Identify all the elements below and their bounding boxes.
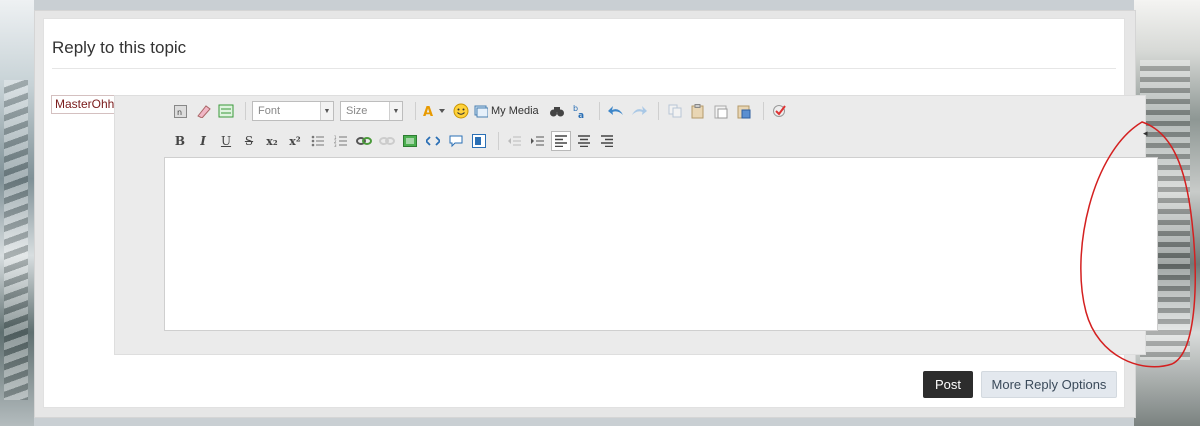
font-select[interactable]: Font ▼ (252, 101, 334, 121)
reply-textarea[interactable] (164, 157, 1158, 331)
undo-icon[interactable] (606, 101, 626, 121)
toolbar-separator (415, 102, 416, 120)
toolbar-separator (245, 102, 246, 120)
cut-icon[interactable] (665, 101, 685, 121)
annotation-circle (1080, 121, 1197, 368)
numbered-list-icon[interactable]: 123 (331, 131, 351, 151)
emoticon-icon[interactable] (451, 101, 471, 121)
my-media-label: My Media (491, 105, 539, 117)
svg-text:n: n (177, 108, 182, 117)
spellcheck-icon[interactable] (770, 101, 790, 121)
toolbar-separator (598, 102, 600, 120)
chevron-down-icon: ▼ (320, 102, 333, 120)
my-media-button[interactable]: My Media (474, 104, 539, 118)
background-scenery-left (0, 0, 34, 426)
size-select-label: Size (346, 105, 368, 117)
page-title: Reply to this topic (52, 38, 187, 57)
italic-button[interactable]: I (193, 134, 213, 148)
redo-icon[interactable] (629, 101, 649, 121)
subscript-button[interactable]: x₂ (262, 135, 282, 148)
paste-word-icon[interactable] (734, 101, 754, 121)
find-icon[interactable] (547, 101, 567, 121)
outdent-icon[interactable] (505, 131, 525, 151)
font-select-label: Font (258, 105, 281, 117)
align-left-icon[interactable] (551, 131, 571, 151)
toolbar-separator (762, 102, 764, 120)
superscript-button[interactable]: x² (285, 135, 305, 148)
special-block-icon[interactable] (216, 101, 236, 121)
media-icon (474, 105, 488, 118)
svg-text:3: 3 (334, 143, 337, 147)
chevron-down-icon: ▼ (389, 102, 402, 120)
eraser-icon[interactable] (193, 101, 213, 121)
svg-text:A: A (423, 105, 433, 118)
align-right-icon[interactable] (597, 131, 617, 151)
bullet-list-icon[interactable] (308, 131, 328, 151)
source-icon[interactable]: n (170, 101, 190, 121)
quote-icon[interactable] (446, 131, 466, 151)
editor-toolbar-bottom: B I U S x₂ x² 123 (170, 131, 620, 151)
bold-button[interactable]: B (170, 134, 190, 148)
toolbar-separator (657, 102, 659, 120)
replace-icon[interactable]: ba (570, 101, 590, 121)
paste-icon[interactable] (688, 101, 708, 121)
indent-icon[interactable] (528, 131, 548, 151)
svg-text:a: a (578, 111, 584, 119)
size-select[interactable]: Size ▼ (340, 101, 403, 121)
paste-text-icon[interactable] (711, 101, 731, 121)
editor-toolbar-top: n Font ▼ Size ▼ A My Media ba (170, 100, 793, 122)
spoiler-icon[interactable] (469, 131, 489, 151)
unlink-icon[interactable] (377, 131, 397, 151)
align-center-icon[interactable] (574, 131, 594, 151)
text-color-icon[interactable]: A (422, 101, 448, 121)
code-icon[interactable] (423, 131, 443, 151)
toolbar-separator (498, 132, 499, 150)
link-icon[interactable] (354, 131, 374, 151)
strikethrough-button[interactable]: S (239, 134, 259, 148)
title-divider (52, 68, 1116, 69)
image-icon[interactable] (400, 131, 420, 151)
underline-button[interactable]: U (216, 134, 236, 148)
more-reply-options-button[interactable]: More Reply Options (981, 371, 1117, 398)
post-button[interactable]: Post (923, 371, 973, 398)
